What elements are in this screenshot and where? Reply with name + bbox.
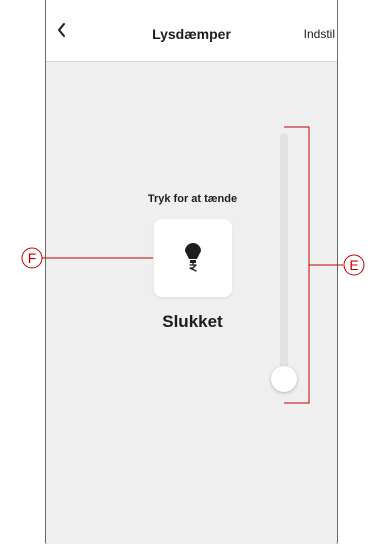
tap-hint: Tryk for at tænde [147, 193, 238, 205]
page-title: Lysdæmper [152, 26, 231, 42]
app-header: Lysdæmper Indstil [46, 0, 337, 62]
brightness-slider-thumb[interactable] [271, 366, 297, 392]
light-toggle-button[interactable] [154, 219, 232, 297]
callout-f-label: F [27, 250, 37, 266]
light-bulb-icon [185, 243, 201, 272]
brightness-slider-track[interactable] [280, 133, 288, 383]
phone-screen: Lysdæmper Indstil Tryk for at tænde Sluk… [45, 0, 338, 544]
light-state-label: Slukket [162, 312, 223, 331]
callout-e-label: E [349, 257, 359, 273]
settings-button[interactable]: Indstil [304, 27, 335, 41]
